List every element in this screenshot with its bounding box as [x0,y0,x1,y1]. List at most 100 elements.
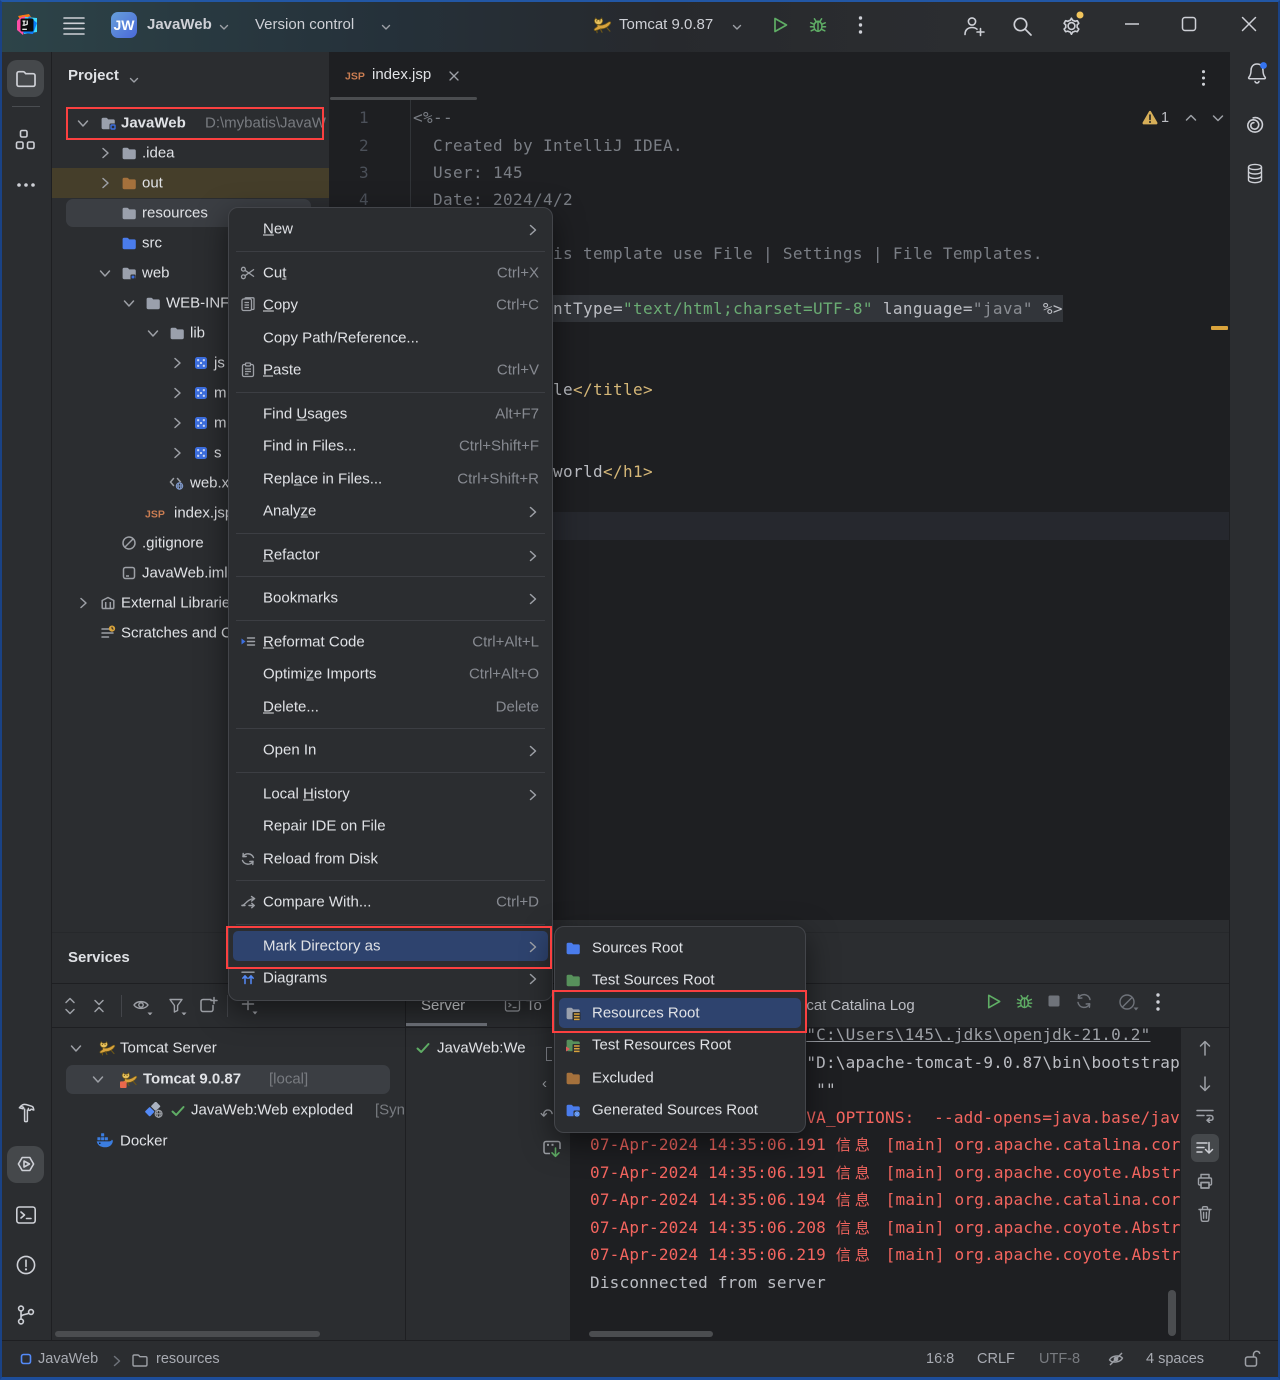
chevron-down-tree[interactable] [97,265,113,281]
submenu-item-testresourcesroot[interactable]: Test Resources Root [555,1029,805,1062]
submenu-item-resourcesroot[interactable]: Resources Root [555,997,805,1030]
context-menu-item-repairideonfile[interactable]: Repair IDE on File [229,810,552,843]
main-menu-burger[interactable] [63,16,85,36]
services-hscroll-thumb[interactable] [55,1331,320,1337]
soft-wrap[interactable] [1195,1107,1215,1123]
stripe-build-button[interactable] [15,1102,37,1124]
chevron-down-tree[interactable] [75,115,91,131]
chevron-down-tree[interactable] [145,325,161,341]
more-vertical[interactable] [857,15,864,35]
context-menu-item-analyze[interactable]: Analyze [229,495,552,528]
collapse-all[interactable] [92,996,106,1016]
context-menu-item-cut[interactable]: CutCtrl+X [229,257,552,290]
status-module[interactable]: JavaWeb [38,1351,98,1367]
view-options-eye[interactable] [132,997,154,1015]
expand-all[interactable] [63,996,77,1016]
context-menu-item-reloadfromdisk[interactable]: Reload from Disk [229,843,552,876]
stripe-problems-button[interactable] [15,1254,37,1276]
submenu-item-sourcesroot[interactable]: Sources Root [555,932,805,965]
context-menu-item-comparewith[interactable]: Compare With...Ctrl+D [229,886,552,919]
context-menu-item-delete[interactable]: Delete...Delete [229,691,552,724]
rollback-sliver-icon[interactable]: ↶ [540,1105,553,1125]
status-encoding[interactable]: UTF-8 [1039,1351,1080,1367]
debug[interactable] [808,15,828,35]
context-menu-item-new[interactable]: New [229,213,552,246]
scroll-to-end-active-bg[interactable] [1191,1134,1219,1162]
chevron-right-tree[interactable] [169,355,185,371]
add-service[interactable] [198,996,218,1016]
lock-unlocked[interactable] [1243,1349,1261,1369]
context-menu-item-copypathreference[interactable]: Copy Path/Reference... [229,322,552,355]
chevron-right-tree[interactable] [75,595,91,611]
chevron-right-tree[interactable] [169,385,185,401]
chevron-down-small[interactable] [218,21,230,33]
context-menu-item-copy[interactable]: CopyCtrl+C [229,289,552,322]
chevron-down-small[interactable] [128,74,140,86]
stripe-git-button[interactable] [15,1304,37,1326]
run[interactable] [984,992,1003,1011]
context-menu-item-localhistory[interactable]: Local History [229,778,552,811]
stripe-services-button[interactable] [7,1146,44,1183]
more-vertical[interactable] [1155,992,1161,1012]
maximize[interactable] [1181,16,1197,32]
chevron-down-small[interactable] [380,21,392,33]
services-row-tomcatserver[interactable]: Tomcat Server [52,1033,405,1064]
services-row-javawebwebexploded[interactable]: JavaWeb:Web exploded[Synchronized] [52,1095,405,1126]
stripe-structure-button[interactable] [15,129,37,151]
scroll-up[interactable] [1197,1039,1213,1057]
minimize[interactable] [1124,16,1140,32]
tree-row-out[interactable]: out [52,168,330,198]
intellij-logo[interactable] [15,13,39,37]
stripe-database-button[interactable] [1246,163,1264,185]
debug[interactable] [1015,992,1034,1011]
context-menu-item-refactor[interactable]: Refactor [229,539,552,572]
error-stripe-warning-mark[interactable] [1211,326,1228,330]
search[interactable] [1011,15,1033,37]
context-menu-item-diagrams[interactable]: Diagrams [229,962,552,995]
profile[interactable] [1118,992,1140,1012]
highlight-off[interactable] [1106,1349,1126,1369]
services-row-tomcat9087[interactable]: Tomcat 9.0.87[local] [52,1064,405,1095]
context-menu-item-findinfiles[interactable]: Find in Files...Ctrl+Shift+F [229,430,552,463]
deployment-row-javaweb[interactable]: JavaWeb:We [405,1033,537,1063]
chevron-down-tree[interactable] [121,295,137,311]
context-menu-item-replaceinfiles[interactable]: Replace in Files...Ctrl+Shift+R [229,463,552,496]
stop[interactable] [1046,993,1062,1009]
submenu-item-generatedsourcesroot[interactable]: Generated Sources Root [555,1094,805,1127]
titlebar-vcs-widget[interactable]: Version control [255,16,354,33]
context-menu-item-reformatcode[interactable]: Reformat CodeCtrl+Alt+L [229,626,552,659]
services-row-docker[interactable]: Docker [52,1125,405,1156]
stripe-ai-assistant-button[interactable] [1245,115,1265,135]
tree-row-idea[interactable]: .idea [52,138,330,168]
context-menu-item-paste[interactable]: PasteCtrl+V [229,354,552,387]
status-path[interactable]: resources [156,1351,220,1367]
filter-funnel[interactable] [168,997,188,1015]
tree-row-javaweb[interactable]: JavaWebD:\mybatis\JavaW [52,108,330,138]
console-vscroll-thumb[interactable] [1168,1290,1176,1336]
print[interactable] [1196,1172,1214,1190]
stripe-more-button[interactable] [16,182,36,188]
context-menu-item-optimizeimports[interactable]: Optimize ImportsCtrl+Alt+O [229,658,552,691]
deploy-window[interactable] [541,1138,563,1160]
add-user[interactable] [962,15,986,37]
chevron-down-small[interactable] [731,21,743,33]
context-menu-item-findusages[interactable]: Find UsagesAlt+F7 [229,398,552,431]
chevron-down-tree[interactable] [68,1040,84,1056]
project-avatar[interactable]: JW [111,12,137,38]
chevron-right-tree[interactable] [169,415,185,431]
stripe-notifications-button[interactable] [1246,61,1268,85]
titlebar-run-config[interactable]: Tomcat 9.0.87 [619,16,713,33]
chevron-up-sm[interactable] [1183,110,1199,126]
console-hscroll-thumb[interactable] [589,1331,713,1337]
status-line-ending[interactable]: CRLF [977,1351,1015,1367]
chevron-right-tree[interactable] [97,145,113,161]
submenu-item-excluded[interactable]: Excluded [555,1062,805,1095]
show-options-sliver-icon[interactable] [546,1047,552,1061]
close[interactable] [1241,16,1257,32]
stripe-project-button[interactable] [7,60,44,97]
settings-gear[interactable] [1060,14,1084,38]
run[interactable] [770,15,790,35]
context-menu-item-markdirectoryas[interactable]: Mark Directory as [229,930,552,963]
submenu-item-testsourcesroot[interactable]: Test Sources Root [555,964,805,997]
status-indent[interactable]: 4 spaces [1146,1351,1204,1367]
